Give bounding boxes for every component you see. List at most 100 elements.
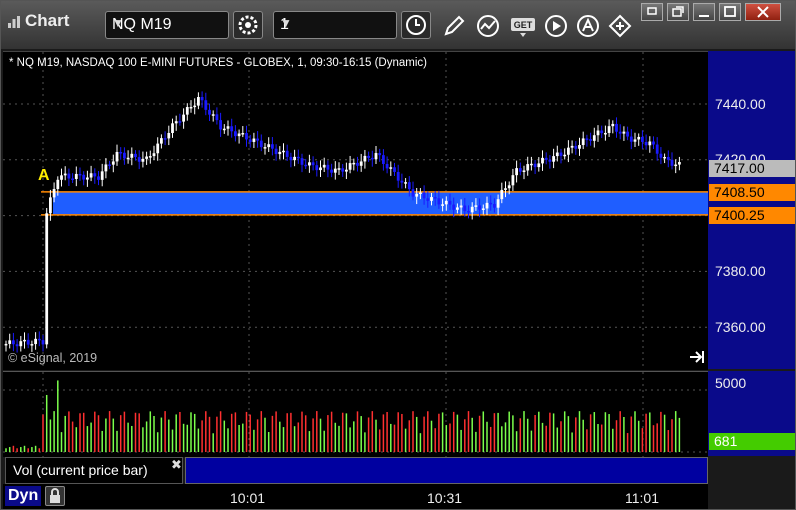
price-tick: 7380.00 bbox=[715, 263, 766, 279]
trade-button[interactable] bbox=[607, 13, 633, 39]
candle-body bbox=[370, 157, 374, 160]
candle-body bbox=[145, 156, 148, 159]
candle-body bbox=[300, 158, 304, 165]
candle-body bbox=[378, 153, 382, 156]
price-tick: 7440.00 bbox=[715, 96, 766, 112]
candle-body bbox=[45, 213, 49, 345]
candle-body bbox=[481, 208, 485, 210]
last-price-tag: 7417.00 bbox=[709, 160, 795, 177]
candle-body bbox=[178, 121, 182, 123]
studies-button[interactable] bbox=[475, 13, 501, 39]
candle-body bbox=[115, 151, 119, 162]
candle-body bbox=[322, 164, 326, 168]
candle-body bbox=[252, 138, 256, 142]
candle-body bbox=[71, 178, 74, 181]
candle-body bbox=[296, 156, 300, 159]
restore-button[interactable] bbox=[667, 3, 689, 21]
candle-body bbox=[126, 157, 130, 160]
pencil-icon bbox=[444, 15, 465, 36]
close-volume-panel-icon[interactable]: ✖ bbox=[171, 457, 182, 473]
candle-body bbox=[678, 162, 681, 165]
price-plot[interactable]: A bbox=[3, 51, 708, 370]
chart-subtitle: * NQ M19, NASDAQ 100 E-MINI FUTURES - GL… bbox=[9, 57, 427, 69]
pin-button[interactable] bbox=[641, 3, 663, 21]
volume-chart-svg bbox=[3, 372, 708, 457]
maximize-icon bbox=[724, 6, 736, 17]
candle-body bbox=[356, 162, 359, 166]
chart-app-icon bbox=[7, 14, 21, 28]
candle-body bbox=[19, 341, 23, 347]
chevron-down-icon: ▼ bbox=[280, 16, 292, 30]
copyright-text: © eSignal, 2019 bbox=[8, 351, 98, 365]
candle-body bbox=[293, 156, 296, 161]
candle-body bbox=[592, 135, 596, 141]
candle-body bbox=[30, 344, 34, 346]
candle-body bbox=[289, 156, 293, 161]
candle-body bbox=[134, 153, 137, 158]
minimize-button[interactable] bbox=[693, 3, 715, 21]
candle-body bbox=[208, 109, 211, 115]
candle-body bbox=[570, 145, 574, 148]
volume-panel-strip bbox=[185, 457, 708, 484]
candle-body bbox=[304, 164, 308, 167]
time-button[interactable] bbox=[401, 11, 431, 39]
candle-body bbox=[548, 159, 552, 162]
candle-body bbox=[422, 192, 426, 199]
candle-body bbox=[581, 138, 585, 146]
interval-select[interactable]: 1 ▼ bbox=[273, 11, 397, 39]
candle-body bbox=[234, 131, 237, 137]
candle-body bbox=[15, 344, 19, 347]
candle-body bbox=[49, 197, 52, 214]
scroll-to-end-button[interactable] bbox=[689, 350, 705, 369]
candle-body bbox=[511, 175, 515, 186]
candle-body bbox=[622, 131, 626, 134]
candle-body bbox=[56, 179, 60, 189]
candle-body bbox=[160, 138, 163, 144]
candle-body bbox=[400, 180, 404, 183]
candle-body bbox=[241, 133, 245, 135]
symbol-select[interactable]: NQ M19 ▼ bbox=[105, 11, 229, 39]
candle-body bbox=[585, 138, 589, 140]
candle-body bbox=[352, 162, 356, 165]
dynamic-mode-label[interactable]: Dyn bbox=[5, 486, 42, 506]
candle-body bbox=[41, 340, 45, 345]
candle-body bbox=[478, 205, 481, 210]
candle-body bbox=[319, 167, 322, 171]
lock-button[interactable] bbox=[45, 486, 65, 506]
maximize-button[interactable] bbox=[719, 3, 741, 21]
time-axis[interactable] bbox=[3, 484, 708, 509]
candle-body bbox=[648, 141, 652, 146]
candle-body bbox=[100, 171, 104, 180]
alerts-button[interactable] bbox=[575, 13, 601, 39]
time-axis-corner bbox=[708, 484, 795, 509]
volume-panel-tab[interactable]: Vol (current price bar) bbox=[5, 457, 183, 484]
candle-body bbox=[182, 114, 185, 122]
settings-button[interactable] bbox=[233, 11, 263, 39]
candle-body bbox=[237, 133, 241, 137]
candle-body bbox=[555, 152, 559, 157]
candle-body bbox=[574, 145, 578, 149]
candle-body bbox=[515, 168, 518, 176]
candle-body bbox=[8, 340, 12, 344]
minimize-icon bbox=[699, 15, 709, 17]
marker-a-label: A bbox=[38, 167, 50, 184]
draw-button[interactable] bbox=[441, 13, 467, 39]
replay-button[interactable] bbox=[543, 13, 569, 39]
chart-window: Chart NQ M19 ▼ 1 ▼ GET A * NQ M19, NASDA… bbox=[0, 0, 796, 510]
candle-body bbox=[78, 173, 82, 176]
volume-plot[interactable] bbox=[3, 371, 708, 457]
candle-body bbox=[130, 153, 134, 158]
trade-icon bbox=[608, 14, 632, 38]
candle-body bbox=[382, 155, 385, 164]
candle-body bbox=[108, 164, 111, 166]
candle-body bbox=[459, 205, 463, 208]
time-label: 10:31 bbox=[427, 490, 463, 506]
pin-icon bbox=[647, 7, 657, 15]
svg-text:GET: GET bbox=[514, 20, 533, 30]
candle-body bbox=[26, 339, 30, 345]
close-button[interactable] bbox=[745, 3, 781, 21]
candle-body bbox=[163, 138, 167, 140]
time-label: 10:01 bbox=[230, 490, 266, 506]
get-data-button[interactable]: GET bbox=[509, 13, 537, 39]
candle-body bbox=[419, 192, 422, 195]
